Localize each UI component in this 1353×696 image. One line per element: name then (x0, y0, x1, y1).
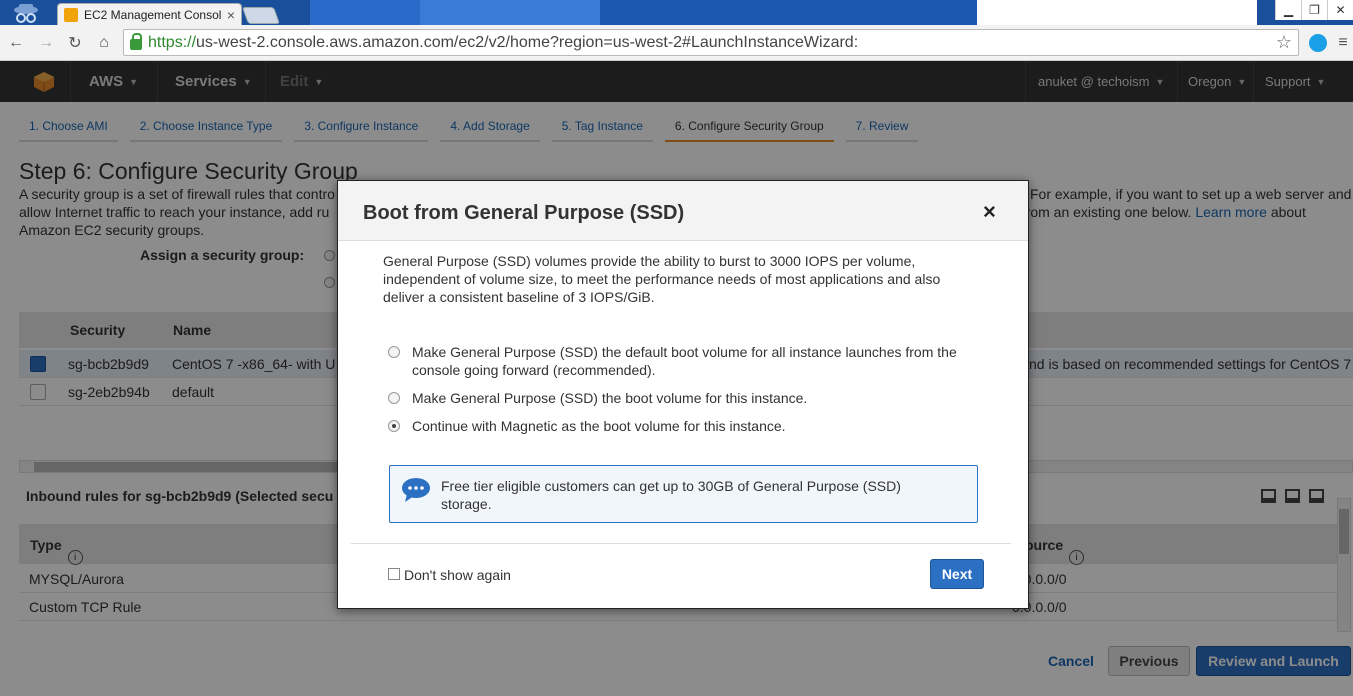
dont-show-again-label: Don't show again (404, 567, 511, 583)
next-button[interactable]: Next (930, 559, 984, 589)
option-ssd-this-instance[interactable]: Make General Purpose (SSD) the boot volu… (388, 389, 957, 407)
home-icon[interactable]: ⌂ (94, 33, 114, 53)
boot-volume-dialog: Boot from General Purpose (SSD) × Genera… (337, 180, 1029, 609)
divider (351, 543, 1011, 544)
dialog-title: Boot from General Purpose (SSD) (363, 202, 685, 224)
aws-favicon-icon (64, 8, 78, 22)
background-window (600, 0, 977, 25)
option-label: Make General Purpose (SSD) the default b… (412, 344, 957, 378)
background-window (420, 0, 600, 25)
option-label: Continue with Magnetic as the boot volum… (412, 418, 786, 434)
browser-tabstrip: EC2 Management Console × ▁ ❐ ✕ (0, 0, 1353, 25)
tab-close-icon[interactable]: × (227, 7, 235, 23)
browser-navbar: ← → ↻ ⌂ https:// us-west-2.console.aws.a… (0, 25, 1353, 61)
option-magnetic[interactable]: Continue with Magnetic as the boot volum… (388, 417, 957, 435)
radio-button-selected[interactable] (388, 420, 400, 432)
close-window-icon[interactable]: ✕ (1327, 0, 1353, 20)
reload-icon[interactable]: ↻ (65, 33, 85, 53)
new-tab-button[interactable] (241, 7, 281, 24)
address-bar[interactable]: https:// us-west-2.console.aws.amazon.co… (123, 29, 1299, 56)
lock-icon (130, 33, 142, 50)
restore-icon[interactable]: ❐ (1301, 0, 1327, 20)
url-text: us-west-2.console.aws.amazon.com/ec2/v2/… (196, 33, 859, 51)
skype-icon[interactable] (1309, 34, 1327, 52)
browser-tab-active[interactable]: EC2 Management Console × (57, 3, 242, 25)
free-tier-info-box: Free tier eligible customers can get up … (389, 465, 978, 523)
dialog-intro: General Purpose (SSD) volumes provide th… (383, 253, 941, 305)
dont-show-again[interactable]: Don't show again (388, 567, 511, 583)
dont-show-again-checkbox[interactable] (388, 568, 400, 580)
chat-bubble-icon (402, 478, 430, 502)
radio-button[interactable] (388, 392, 400, 404)
background-window (977, 0, 1257, 25)
url-scheme: https:// (148, 33, 197, 51)
option-label: Make General Purpose (SSD) the boot volu… (412, 390, 808, 406)
menu-icon[interactable]: ≡ (1333, 33, 1353, 53)
free-tier-text: Free tier eligible customers can get up … (441, 478, 901, 512)
incognito-icon (14, 4, 38, 23)
radio-button[interactable] (388, 346, 400, 358)
close-icon[interactable]: × (983, 199, 996, 225)
option-default-ssd[interactable]: Make General Purpose (SSD) the default b… (388, 343, 957, 379)
tab-title: EC2 Management Console (84, 8, 221, 22)
background-window (310, 0, 420, 25)
minimize-icon[interactable]: ▁ (1275, 0, 1301, 20)
back-icon[interactable]: ← (6, 33, 26, 53)
bookmark-star-icon[interactable]: ☆ (1276, 32, 1292, 53)
window-controls: ▁ ❐ ✕ (1275, 0, 1353, 20)
forward-icon[interactable]: → (36, 33, 56, 53)
dialog-header: Boot from General Purpose (SSD) × (338, 181, 1028, 241)
